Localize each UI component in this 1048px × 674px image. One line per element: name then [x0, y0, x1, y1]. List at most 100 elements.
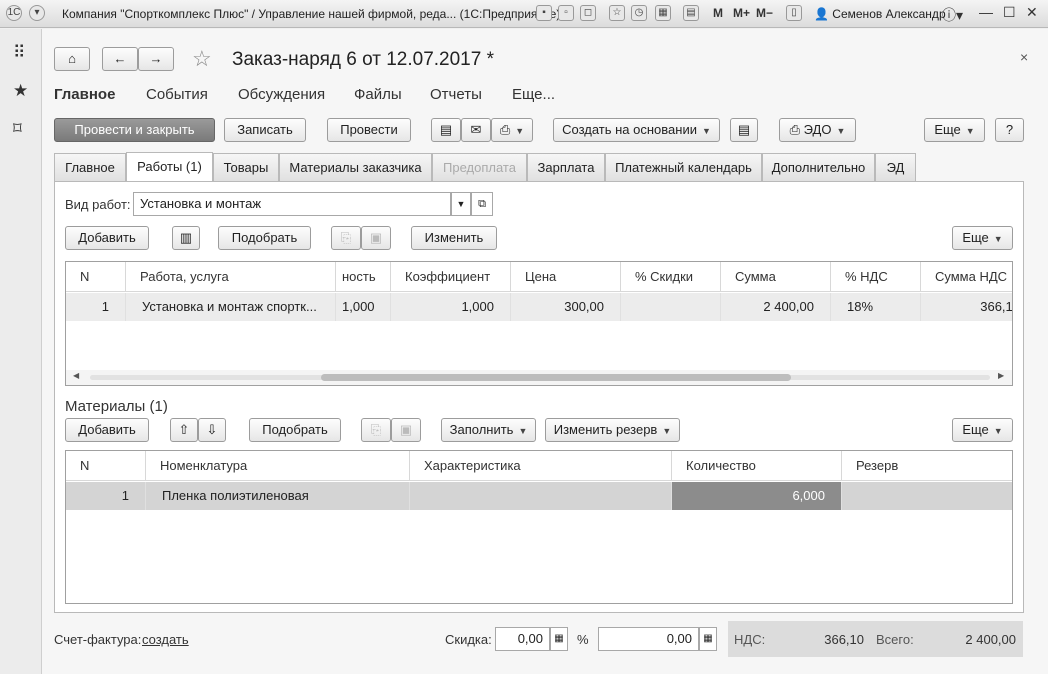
forward-button[interactable]: → [138, 47, 174, 71]
apps-grid-icon[interactable]: ⠿ [13, 43, 25, 63]
history-icon[interactable]: ⌑ [13, 119, 22, 139]
calendar-icon[interactable]: ▦ [655, 5, 671, 21]
menu-reports[interactable]: Отчеты [430, 86, 482, 103]
post-button[interactable]: Провести [327, 118, 411, 142]
menu-events[interactable]: События [146, 86, 208, 103]
move-down-button[interactable]: ⇩ [198, 418, 226, 442]
barcode-button[interactable]: ▥ [172, 226, 200, 250]
col-quantity[interactable]: Количество [672, 451, 842, 481]
back-button[interactable]: ← [102, 47, 138, 71]
col-price[interactable]: Цена [511, 262, 621, 292]
works-horizontal-scrollbar[interactable]: ◀ ▶ [66, 370, 1012, 385]
tab-additional[interactable]: Дополнительно [762, 153, 875, 181]
col-discount[interactable]: % Скидки [621, 262, 721, 292]
work-kind-field[interactable]: Установка и монтаж [133, 192, 451, 216]
favorites-star-icon[interactable]: ★ [13, 81, 28, 101]
home-button[interactable]: ⌂ [54, 47, 90, 71]
move-up-button[interactable]: ⇧ [170, 418, 198, 442]
print-icon[interactable]: ▫ [558, 5, 574, 21]
report-button[interactable]: ▤ [730, 118, 758, 142]
arrow-right-icon: → [149, 51, 163, 66]
col-coefficient[interactable]: Коэффициент [391, 262, 511, 292]
window-title-bar: 1С ▾ Компания "Спорткомплекс Плюс" / Упр… [0, 0, 1048, 28]
materials-more-button[interactable]: Еще ▼ [952, 418, 1013, 442]
tab-customer-materials[interactable]: Материалы заказчика [279, 153, 432, 181]
scroll-right-icon[interactable]: ▶ [998, 371, 1004, 380]
col-quantity[interactable]: ность [336, 262, 391, 292]
materials-copy-button[interactable]: ⎘ [361, 418, 391, 442]
tab-goods[interactable]: Товары [213, 153, 279, 181]
tab-salary[interactable]: Зарплата [527, 153, 605, 181]
current-user[interactable]: 👤 Семенов Александр [814, 7, 946, 21]
fill-button[interactable]: Заполнить ▼ [441, 418, 536, 442]
paste-button[interactable]: ▣ [361, 226, 391, 250]
main-menu-icon[interactable]: ▾ [29, 5, 45, 21]
col-vat-sum[interactable]: Сумма НДС [921, 262, 1012, 292]
maximize-button[interactable]: ☐ [1003, 4, 1016, 21]
post-and-close-button[interactable]: Провести и закрыть [54, 118, 215, 142]
menu-discussions[interactable]: Обсуждения [238, 86, 325, 103]
materials-pick-button[interactable]: Подобрать [249, 418, 341, 442]
email-button[interactable]: ✉ [461, 118, 491, 142]
scroll-left-icon[interactable]: ◀ [73, 371, 79, 380]
memory-m[interactable]: M [713, 6, 723, 20]
more-button[interactable]: Еще ▼ [924, 118, 985, 142]
open-icon: ⧉ [478, 198, 486, 210]
works-add-button[interactable]: Добавить [65, 226, 149, 250]
col-reserve[interactable]: Резерв [842, 451, 1012, 481]
discount-field[interactable]: 0,00 [495, 627, 550, 651]
col-work[interactable]: Работа, услуга [126, 262, 336, 292]
col-n[interactable]: N [66, 262, 126, 292]
favorite-star-icon[interactable]: ☆ [192, 46, 212, 72]
change-reserve-button[interactable]: Изменить резерв ▼ [545, 418, 680, 442]
menu-files[interactable]: Файлы [354, 86, 402, 103]
tab-ed[interactable]: ЭД [875, 153, 916, 181]
arrow-up-icon: ⇧ [178, 422, 190, 437]
cell-quantity[interactable]: 6,000 [672, 482, 842, 510]
tab-main[interactable]: Главное [54, 153, 126, 181]
works-change-button[interactable]: Изменить [411, 226, 497, 250]
works-pick-button[interactable]: Подобрать [218, 226, 311, 250]
work-kind-open[interactable]: ⧉ [471, 192, 493, 216]
save-button[interactable]: Записать [224, 118, 306, 142]
preview-icon[interactable]: ◻ [580, 5, 596, 21]
panel-icon[interactable]: ▯ [786, 5, 802, 21]
works-more-button[interactable]: Еще ▼ [952, 226, 1013, 250]
col-item[interactable]: Номенклатура [146, 451, 410, 481]
app-logo-icon[interactable]: 1С [6, 5, 22, 21]
memory-m-minus[interactable]: M− [756, 6, 773, 20]
close-form-icon[interactable]: × [1020, 49, 1028, 65]
edo-button[interactable]: ⎙ ЭДО ▼ [779, 118, 856, 142]
tab-works[interactable]: Работы (1) [126, 152, 213, 182]
save-icon[interactable]: ▪ [536, 5, 552, 21]
tab-payment-calendar[interactable]: Платежный календарь [605, 153, 762, 181]
menu-main[interactable]: Главное [54, 86, 115, 103]
work-kind-dropdown[interactable]: ▼ [451, 192, 471, 216]
close-window-button[interactable]: ✕ [1026, 4, 1038, 21]
calculator-icon[interactable]: ▤ [683, 5, 699, 21]
memory-m-plus[interactable]: M+ [733, 6, 750, 20]
materials-paste-button[interactable]: ▣ [391, 418, 421, 442]
print-button[interactable]: ⎙ ▼ [491, 118, 533, 142]
print-document-button[interactable]: ▤ [431, 118, 461, 142]
col-n[interactable]: N [66, 451, 146, 481]
minimize-button[interactable]: — [979, 4, 993, 20]
history-icon[interactable]: ◷ [631, 5, 647, 21]
col-vat[interactable]: % НДС [831, 262, 921, 292]
menu-more[interactable]: Еще... [512, 86, 555, 103]
help-button[interactable]: ? [995, 118, 1024, 142]
invoice-create-link[interactable]: создать [142, 632, 189, 647]
amount-calculator[interactable]: ▦ [699, 627, 717, 651]
scroll-thumb[interactable] [321, 374, 791, 381]
copy-button[interactable]: ⎘ [331, 226, 361, 250]
materials-add-button[interactable]: Добавить [65, 418, 149, 442]
work-kind-value: Установка и монтаж [140, 196, 262, 211]
tab-panel-works: Вид работ: Установка и монтаж ▼ ⧉ Добави… [54, 181, 1024, 613]
col-sum[interactable]: Сумма [721, 262, 831, 292]
discount-calculator[interactable]: ▦ [550, 627, 568, 651]
create-based-on-button[interactable]: Создать на основании ▼ [553, 118, 720, 142]
info-icon[interactable]: ⓘ▾ [942, 5, 963, 25]
favorite-icon[interactable]: ☆ [609, 5, 625, 21]
discount-amount-field[interactable]: 0,00 [598, 627, 699, 651]
col-characteristic[interactable]: Характеристика [410, 451, 672, 481]
